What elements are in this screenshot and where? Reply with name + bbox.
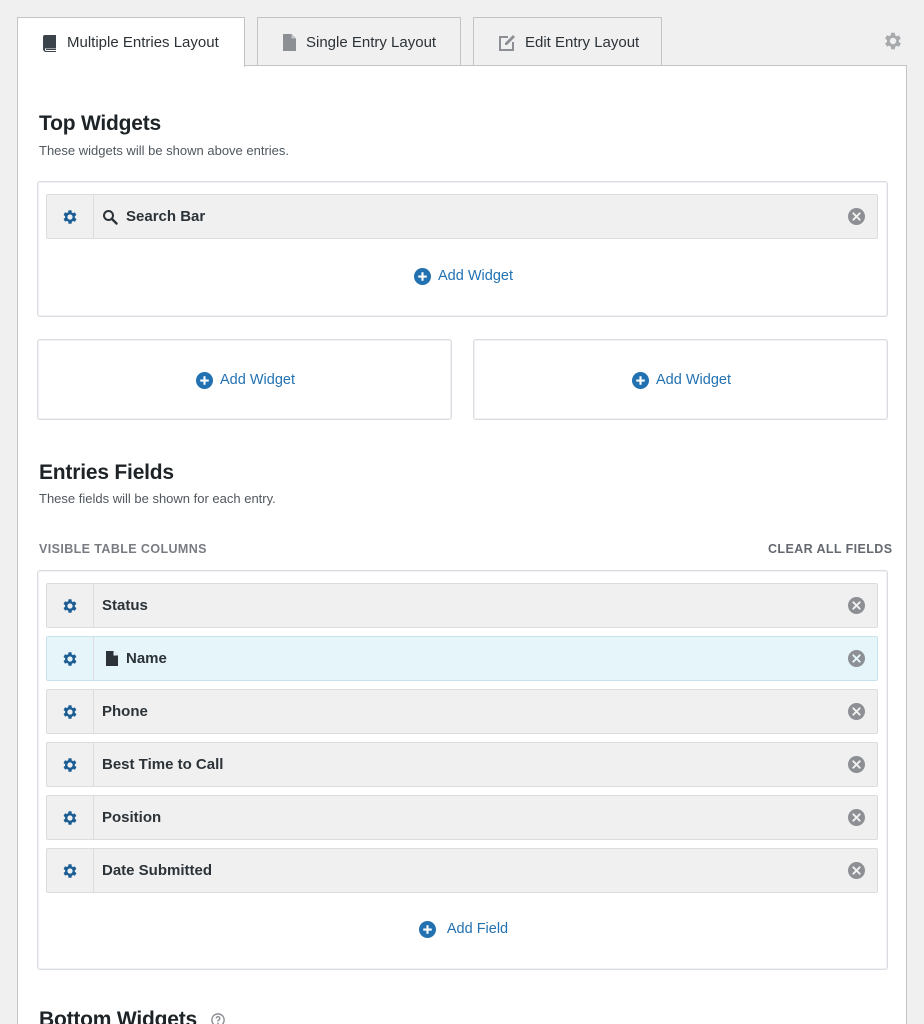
tab-single-entry-layout[interactable]: Single Entry Layout <box>257 17 461 66</box>
field-settings-button[interactable] <box>47 743 94 786</box>
remove-icon[interactable] <box>848 862 865 879</box>
remove-icon[interactable] <box>848 650 865 667</box>
field-row-best-time-to-call[interactable]: Best Time to Call <box>46 742 878 787</box>
field-settings-button[interactable] <box>47 690 94 733</box>
edit-icon <box>499 34 515 51</box>
tab-edit-entry-layout[interactable]: Edit Entry Layout <box>473 17 662 66</box>
add-widget-button[interactable]: Add Widget <box>38 370 453 390</box>
add-field-button[interactable]: Add Field <box>38 919 889 939</box>
bottom-widgets-title: Bottom Widgets <box>39 1008 225 1024</box>
top-widgets-title: Top Widgets <box>39 112 162 135</box>
field-settings-button[interactable] <box>47 796 94 839</box>
gear-icon <box>63 810 77 825</box>
field-settings-button[interactable] <box>47 584 94 627</box>
gear-icon <box>63 598 77 613</box>
document-icon <box>106 651 118 666</box>
top-widgets-right-dropzone: Add Widget <box>473 339 888 420</box>
remove-icon[interactable] <box>848 597 865 614</box>
field-row-date-submitted[interactable]: Date Submitted <box>46 848 878 893</box>
help-icon[interactable] <box>210 1013 225 1024</box>
field-row-position[interactable]: Position <box>46 795 878 840</box>
entries-fields-dropzone: Status Name Phone Best Time to Call Posi… <box>37 570 888 970</box>
remove-icon[interactable] <box>848 208 865 225</box>
tab-label: Single Entry Layout <box>306 33 437 51</box>
field-label: Name <box>106 650 167 667</box>
field-row-name[interactable]: Name <box>46 636 878 681</box>
search-icon <box>103 209 118 225</box>
tab-label: Multiple Entries Layout <box>67 34 219 51</box>
gear-icon <box>63 757 77 772</box>
add-widget-button[interactable]: Add Widget <box>38 266 889 286</box>
field-row-status[interactable]: Status <box>46 583 878 628</box>
book-icon <box>43 34 56 52</box>
widget-row-search-bar[interactable]: Search Bar <box>46 194 878 239</box>
gear-icon <box>63 704 77 719</box>
field-settings-button[interactable] <box>47 637 94 680</box>
remove-icon[interactable] <box>848 809 865 826</box>
field-settings-button[interactable] <box>47 849 94 892</box>
layout-tabbar: Multiple Entries Layout Single Entry Lay… <box>0 0 924 67</box>
field-label: Date Submitted <box>102 862 213 879</box>
widget-label: Search Bar <box>102 208 205 225</box>
clear-all-fields-button[interactable]: CLEAR ALL FIELDS <box>768 542 892 556</box>
field-label: Position <box>102 809 162 826</box>
top-widgets-description: These widgets will be shown above entrie… <box>39 143 290 158</box>
gear-icon[interactable] <box>882 30 904 52</box>
visible-table-columns-label: VISIBLE TABLE COLUMNS <box>39 542 207 556</box>
entries-fields-description: These fields will be shown for each entr… <box>39 491 276 506</box>
layout-panel: Top Widgets These widgets will be shown … <box>17 65 907 1024</box>
field-label: Best Time to Call <box>102 756 224 773</box>
tab-multiple-entries-layout[interactable]: Multiple Entries Layout <box>17 17 245 67</box>
top-widgets-left-dropzone: Add Widget <box>37 339 452 420</box>
top-widgets-dropzone: Search Bar Add Widget <box>37 181 888 317</box>
plus-circle-icon <box>414 267 432 285</box>
widget-settings-button[interactable] <box>47 195 94 238</box>
field-label: Phone <box>102 703 148 720</box>
gear-icon <box>63 209 77 224</box>
remove-icon[interactable] <box>848 756 865 773</box>
tab-label: Edit Entry Layout <box>525 33 640 51</box>
field-row-phone[interactable]: Phone <box>46 689 878 734</box>
document-icon <box>283 33 296 51</box>
plus-circle-icon <box>418 920 436 938</box>
gear-icon <box>63 651 77 666</box>
entries-fields-title: Entries Fields <box>39 461 174 484</box>
remove-icon[interactable] <box>848 703 865 720</box>
plus-circle-icon <box>196 371 214 389</box>
field-label: Status <box>102 597 148 614</box>
plus-circle-icon <box>632 371 650 389</box>
gear-icon <box>63 863 77 878</box>
add-widget-button[interactable]: Add Widget <box>474 370 889 390</box>
